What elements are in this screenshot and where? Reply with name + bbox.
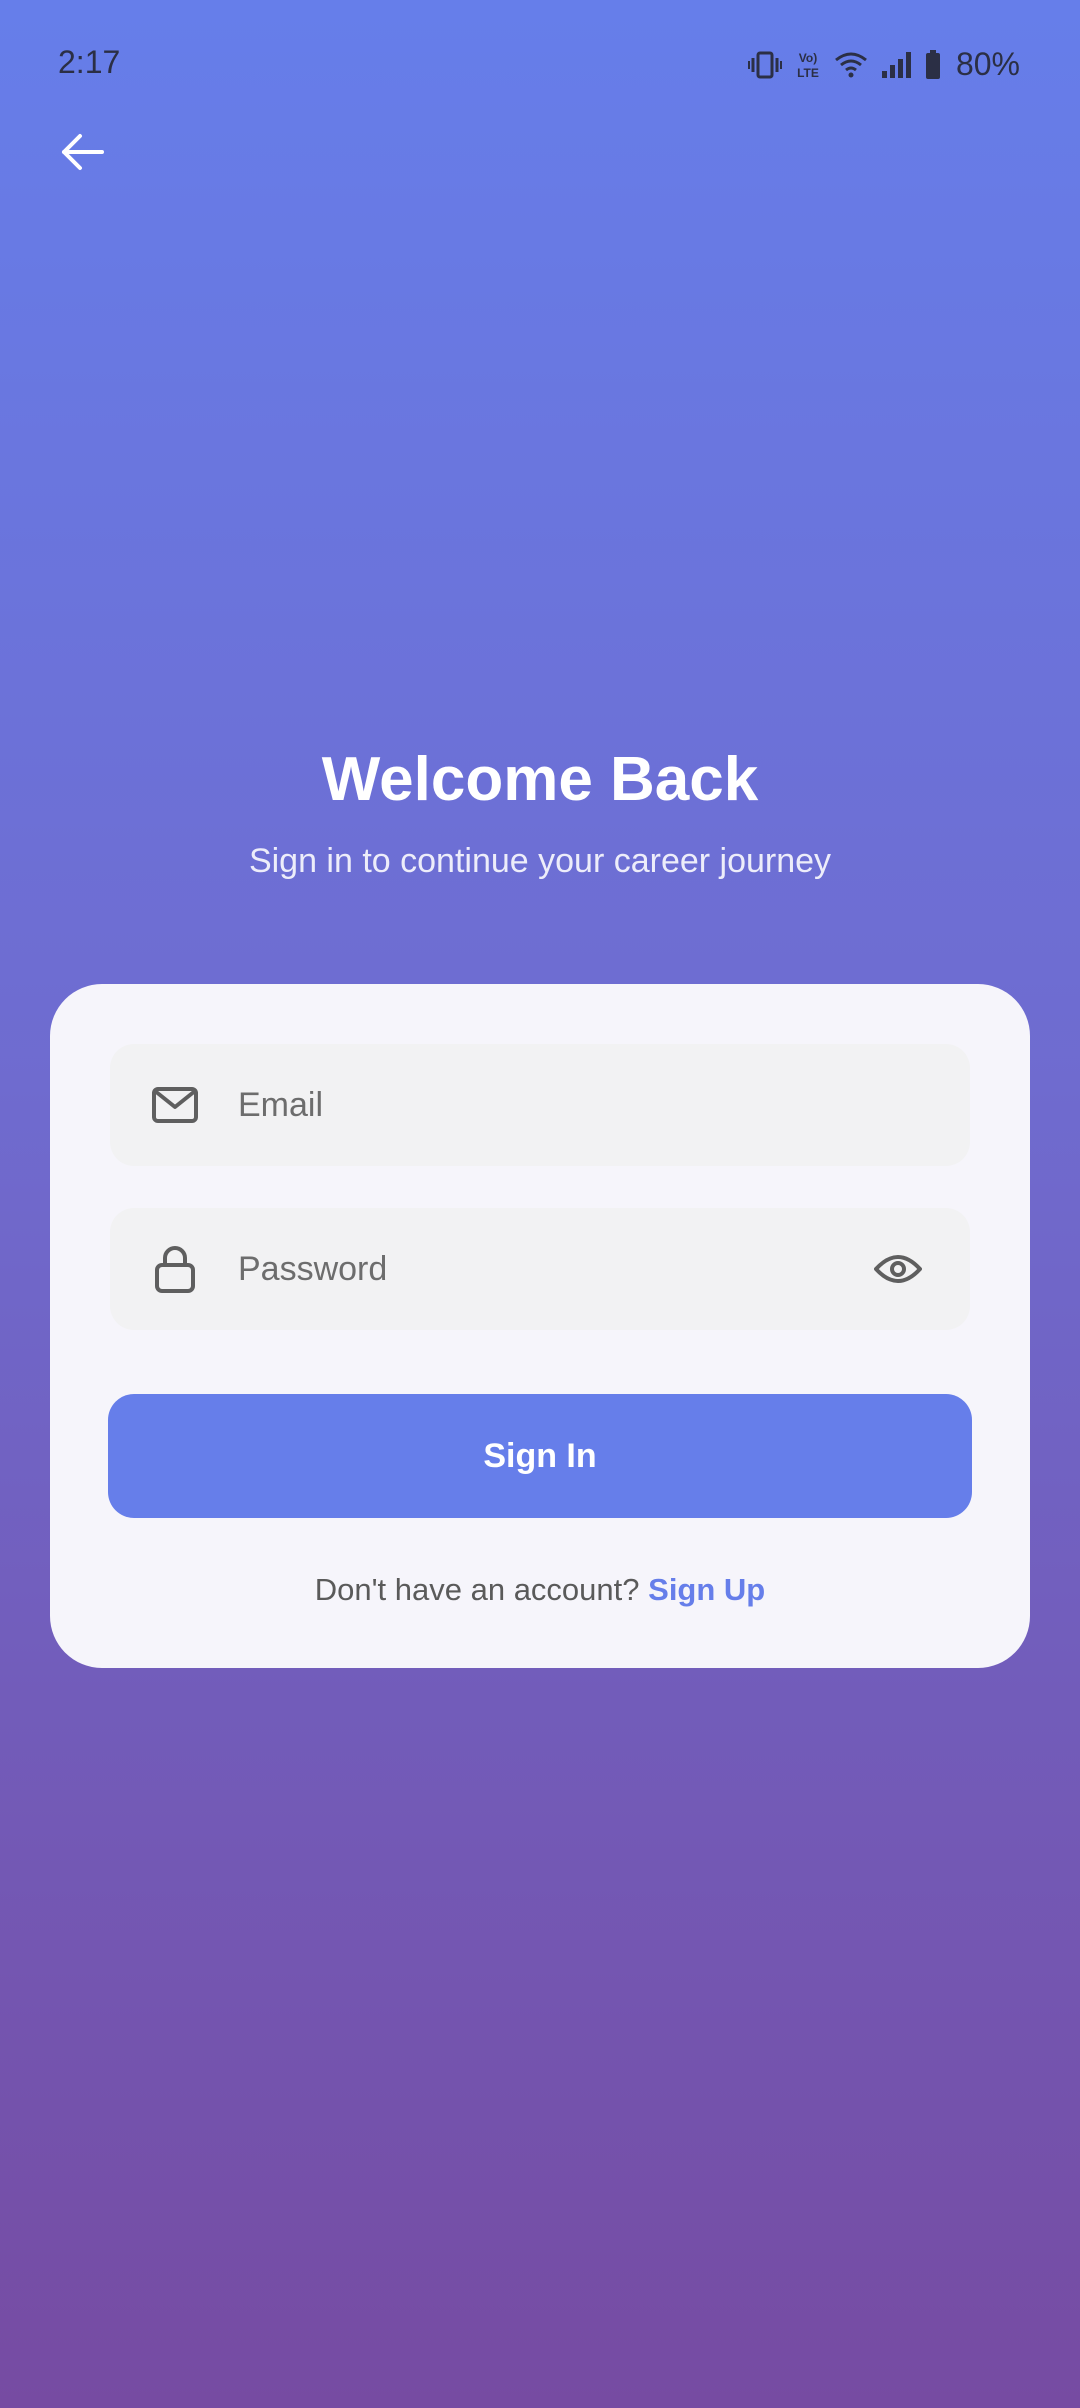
signup-row: Don't have an account? Sign Up — [50, 1572, 1030, 1608]
sign-up-link[interactable]: Sign Up — [648, 1572, 765, 1607]
back-button[interactable] — [52, 124, 112, 184]
vibrate-icon — [747, 50, 782, 80]
sign-in-button[interactable]: Sign In — [108, 1394, 972, 1518]
password-field[interactable] — [236, 1207, 870, 1331]
email-field[interactable] — [236, 1043, 970, 1167]
email-field-container[interactable] — [110, 1043, 970, 1167]
battery-icon — [924, 49, 942, 81]
battery-percentage: 80% — [955, 46, 1020, 82]
svg-text:Vo): Vo) — [799, 51, 817, 65]
wifi-icon — [834, 50, 868, 80]
status-bar: 2:17 Vo) LTE 80% — [0, 0, 1080, 130]
mail-icon — [150, 1080, 200, 1130]
status-icons: Vo) LTE 80% — [747, 46, 1020, 83]
eye-icon[interactable] — [870, 1241, 926, 1297]
svg-text:LTE: LTE — [797, 66, 819, 80]
signup-prompt: Don't have an account? — [314, 1572, 640, 1607]
signal-icon — [880, 50, 912, 80]
lock-icon — [150, 1244, 200, 1294]
login-card: Sign In Don't have an account? Sign Up — [50, 984, 1030, 1668]
page-subtitle: Sign in to continue your career journey — [248, 842, 832, 880]
status-time: 2:17 — [58, 44, 121, 80]
volte-icon: Vo) LTE — [794, 49, 822, 81]
password-field-container[interactable] — [110, 1207, 970, 1331]
arrow-left-icon — [60, 132, 104, 177]
page-title: Welcome Back — [321, 745, 759, 814]
